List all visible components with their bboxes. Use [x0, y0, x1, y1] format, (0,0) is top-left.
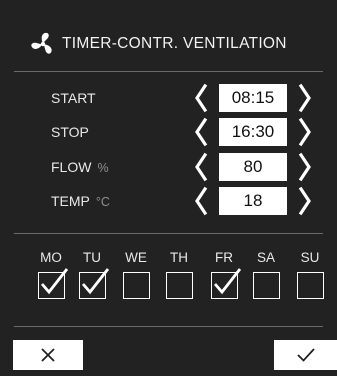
- setting-value-start[interactable]: 08:15: [219, 84, 287, 112]
- increase-start-chevron-right-icon[interactable]: [297, 83, 313, 113]
- day-checkbox-fr[interactable]: [210, 268, 241, 299]
- setting-label-flow: FLOW%: [51, 158, 109, 177]
- ventilation-timer-panel: TIMER-CONTR. VENTILATION START 08:15 STOP 1…: [0, 0, 337, 376]
- close-icon: [41, 348, 55, 362]
- day-checkbox-su[interactable]: [296, 272, 324, 299]
- settings-divider: [14, 233, 323, 234]
- day-label-sa: SA: [256, 250, 275, 265]
- increase-flow-chevron-right-icon[interactable]: [297, 152, 313, 182]
- setting-row-stop: STOP 16:30: [0, 115, 337, 149]
- setting-label-text: FLOW: [51, 159, 92, 175]
- day-checkbox-tu[interactable]: [78, 268, 109, 299]
- checkmark-icon: [213, 268, 241, 295]
- setting-label-text: TEMP: [51, 193, 90, 209]
- setting-label-temp: TEMP °C: [51, 192, 110, 211]
- decrease-stop-chevron-left-icon[interactable]: [193, 117, 209, 147]
- setting-unit: %: [97, 161, 109, 175]
- checkmark-icon: [296, 348, 315, 362]
- header: TIMER-CONTR. VENTILATION: [0, 0, 337, 72]
- increase-stop-chevron-right-icon[interactable]: [297, 117, 313, 147]
- page-title: TIMER-CONTR. VENTILATION: [62, 35, 287, 52]
- setting-value-temp[interactable]: 18: [219, 187, 287, 215]
- setting-value-flow[interactable]: 80: [219, 153, 287, 181]
- decrease-start-chevron-left-icon[interactable]: [193, 83, 209, 113]
- day-checkbox-we[interactable]: [122, 272, 150, 299]
- setting-row-flow: FLOW% 80: [0, 150, 337, 184]
- fan-icon: [31, 32, 52, 54]
- header-divider: [14, 71, 323, 72]
- setting-unit: °C: [95, 195, 110, 209]
- footer-divider: [14, 326, 323, 327]
- day-label-su: SU: [300, 250, 320, 265]
- cancel-button[interactable]: [13, 340, 83, 370]
- checkmark-icon: [81, 268, 109, 295]
- increase-temp-chevron-right-icon[interactable]: [297, 186, 313, 216]
- day-label-th: TH: [170, 250, 188, 265]
- setting-label-text: START: [51, 90, 96, 106]
- day-checkbox-sa[interactable]: [252, 272, 280, 299]
- decrease-temp-chevron-left-icon[interactable]: [193, 186, 209, 216]
- setting-label-start: START: [51, 89, 96, 107]
- day-checkbox-th[interactable]: [165, 272, 193, 299]
- setting-label-text: STOP: [51, 124, 89, 140]
- day-checkbox-mo[interactable]: [37, 268, 68, 299]
- checkmark-icon: [40, 268, 68, 295]
- setting-row-temp: TEMP °C 18: [0, 184, 337, 218]
- setting-label-stop: STOP: [51, 123, 89, 141]
- decrease-flow-chevron-left-icon[interactable]: [193, 152, 209, 182]
- setting-row-start: START 08:15: [0, 81, 337, 115]
- confirm-button[interactable]: [274, 340, 337, 370]
- setting-value-stop[interactable]: 16:30: [219, 118, 287, 146]
- day-label-we: WE: [125, 250, 147, 265]
